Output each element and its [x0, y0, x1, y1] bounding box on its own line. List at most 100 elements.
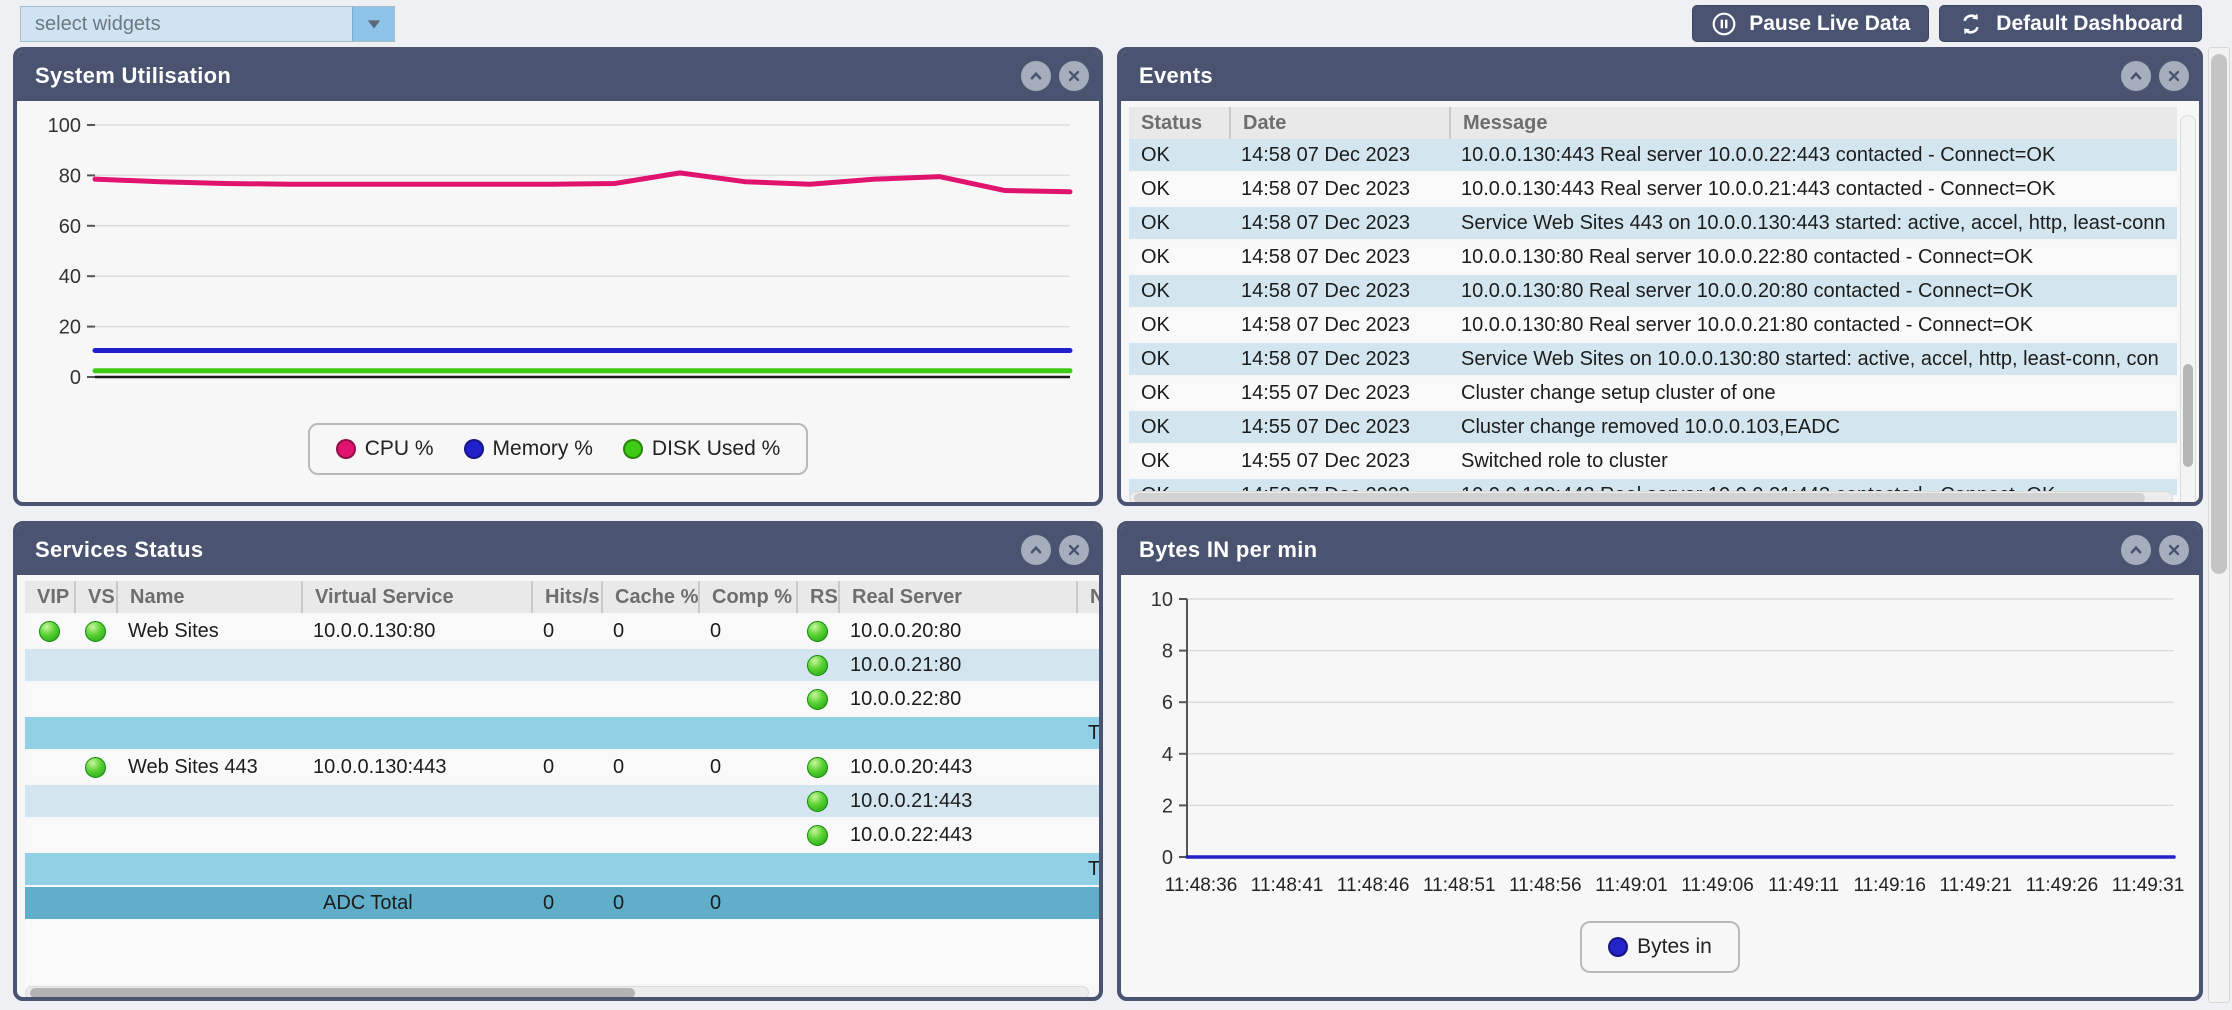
bytes-in-body: 024681011:48:3611:48:4111:48:4611:48:511… [1121, 585, 2199, 1001]
events-horizontal-scrollbar[interactable] [1129, 491, 2173, 505]
services-status-table: VIPVSNameVirtual ServiceHits/sCache %Com… [25, 581, 1103, 921]
legend-label: Memory % [493, 437, 593, 461]
panel-title: Bytes IN per min [1139, 537, 1317, 563]
services-cell [796, 621, 838, 642]
svg-text:40: 40 [59, 266, 81, 288]
events-column-header: Message [1449, 107, 2177, 139]
services-cell-hits: 0 [531, 620, 601, 643]
svg-text:11:49:26: 11:49:26 [2026, 875, 2099, 896]
svg-text:11:48:56: 11:48:56 [1509, 875, 1582, 896]
scrollbar-thumb[interactable] [1134, 493, 2145, 503]
green-orb-icon [807, 757, 828, 778]
svg-text:0: 0 [70, 367, 81, 389]
events-cell: 10.0.0.130:443 Real server 10.0.0.21:443… [1449, 178, 2177, 201]
default-dashboard-button[interactable]: Default Dashboard [1939, 5, 2202, 42]
svg-text:11:49:31: 11:49:31 [2112, 875, 2185, 896]
table-row: OK14:55 07 Dec 2023Cluster change setup … [1129, 377, 2177, 411]
events-vertical-scrollbar[interactable] [2180, 115, 2196, 506]
refresh-icon [1958, 11, 1984, 37]
close-panel-button[interactable] [2159, 61, 2189, 91]
services-status-body: VIPVSNameVirtual ServiceHits/sCache %Com… [17, 581, 1099, 1001]
pause-live-data-button[interactable]: Pause Live Data [1692, 5, 1929, 42]
services-cell-real-server: 10.0.0.22:80 [838, 688, 1076, 711]
services-cell-real-server: 10.0.0.21:80 [838, 654, 1076, 677]
collapse-panel-button[interactable] [2121, 535, 2151, 565]
green-orb-icon [39, 621, 60, 642]
services-cell [796, 791, 838, 812]
close-panel-button[interactable] [2159, 535, 2189, 565]
svg-text:2: 2 [1162, 795, 1173, 817]
table-row: Total [25, 717, 1103, 751]
legend-label: CPU % [365, 437, 434, 461]
scrollbar-thumb[interactable] [2211, 54, 2227, 574]
collapse-panel-button[interactable] [2121, 61, 2151, 91]
scrollbar-thumb[interactable] [30, 988, 635, 998]
panel-title: System Utilisation [35, 63, 231, 89]
collapse-panel-button[interactable] [1021, 535, 1051, 565]
services-cell [796, 757, 838, 778]
pause-icon [1711, 11, 1737, 37]
svg-text:6: 6 [1162, 692, 1173, 714]
services-cell-name: Web Sites 443 [116, 756, 301, 779]
topbar: select widgets Pause Live Data Default D… [0, 0, 2232, 47]
events-cell: OK [1129, 144, 1229, 167]
services-total-label: Total [1076, 722, 1103, 745]
legend-item: Memory % [464, 437, 593, 461]
bytes-in-chart: 024681011:48:3611:48:4111:48:4611:48:511… [1129, 585, 2195, 907]
table-row: OK14:58 07 Dec 202310.0.0.130:443 Real s… [1129, 173, 2177, 207]
green-orb-icon [807, 655, 828, 676]
legend-swatch [464, 439, 484, 459]
services-column-header: Cache % [601, 581, 698, 613]
services-table-header: VIPVSNameVirtual ServiceHits/sCache %Com… [25, 581, 1103, 615]
svg-text:11:49:16: 11:49:16 [1853, 875, 1926, 896]
table-row: 10.0.0.22:80 [25, 683, 1103, 717]
services-empty-area [25, 921, 1103, 983]
adc-total-label: ADC Total [301, 892, 531, 915]
svg-text:80: 80 [59, 165, 81, 187]
page-scrollbar[interactable] [2208, 47, 2230, 1003]
table-row: OK14:58 07 Dec 202310.0.0.130:80 Real se… [1129, 309, 2177, 343]
svg-text:11:49:11: 11:49:11 [1768, 875, 1839, 896]
services-cell-cache: 0 [601, 620, 698, 643]
table-row: OK14:55 07 Dec 2023Switched role to clus… [1129, 445, 2177, 479]
events-cell: 14:58 07 Dec 2023 [1229, 212, 1449, 235]
bytes-in-header: Bytes IN per min [1121, 525, 2199, 575]
services-horizontal-scrollbar[interactable] [25, 986, 1089, 1000]
events-rows: OK14:58 07 Dec 202310.0.0.130:443 Real s… [1129, 139, 2177, 495]
default-dashboard-label: Default Dashboard [1996, 12, 2183, 36]
services-cell-name: Web Sites [116, 620, 301, 643]
svg-text:8: 8 [1162, 641, 1173, 663]
close-panel-button[interactable] [1059, 61, 1089, 91]
events-cell: OK [1129, 280, 1229, 303]
svg-text:4: 4 [1162, 744, 1173, 766]
services-column-header: Notes [1076, 581, 1103, 613]
panel-title: Events [1139, 63, 1213, 89]
table-row: OK14:58 07 Dec 202310.0.0.130:443 Real s… [1129, 139, 2177, 173]
svg-text:20: 20 [59, 317, 81, 339]
bytes-in-legend: Bytes in [1580, 921, 1740, 973]
services-column-header: VIP [25, 581, 74, 613]
events-column-header: Date [1229, 107, 1449, 139]
services-cell-real-server: 10.0.0.20:80 [838, 620, 1076, 643]
legend-label: DISK Used % [652, 437, 780, 461]
events-body: StatusDateMessageOK14:58 07 Dec 202310.0… [1121, 107, 2199, 506]
services-cell-cache: 0 [601, 892, 698, 915]
legend-swatch [336, 439, 356, 459]
events-cell: 14:58 07 Dec 2023 [1229, 280, 1449, 303]
services-cell-virtual-service: 10.0.0.130:80 [301, 620, 531, 643]
events-cell: 14:58 07 Dec 2023 [1229, 178, 1449, 201]
table-row: ADC Total000 [25, 887, 1103, 921]
chevron-down-icon[interactable] [352, 7, 394, 41]
widget-select-dropdown[interactable]: select widgets [20, 6, 395, 42]
table-row: Web Sites 44310.0.0.130:44300010.0.0.20:… [25, 751, 1103, 785]
widget-select-placeholder: select widgets [21, 13, 352, 36]
close-panel-button[interactable] [1059, 535, 1089, 565]
green-orb-icon [807, 621, 828, 642]
collapse-panel-button[interactable] [1021, 61, 1051, 91]
events-cell: 14:55 07 Dec 2023 [1229, 382, 1449, 405]
green-orb-icon [807, 825, 828, 846]
services-cell-real-server: 10.0.0.22:443 [838, 824, 1076, 847]
services-column-header: VS [74, 581, 116, 613]
scrollbar-thumb[interactable] [2183, 364, 2193, 467]
green-orb-icon [85, 757, 106, 778]
